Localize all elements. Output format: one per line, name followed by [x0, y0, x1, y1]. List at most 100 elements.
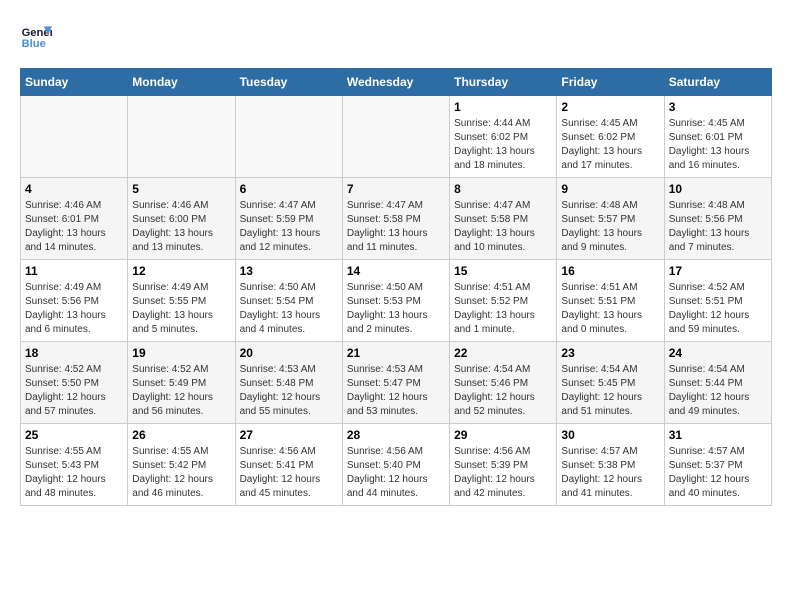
day-info: Sunrise: 4:50 AM Sunset: 5:53 PM Dayligh…: [347, 281, 445, 337]
day-header-saturday: Saturday: [664, 69, 771, 96]
day-info: Sunrise: 4:56 AM Sunset: 5:39 PM Dayligh…: [454, 445, 552, 501]
day-number: 28: [347, 428, 445, 442]
day-header-wednesday: Wednesday: [342, 69, 449, 96]
calendar-cell: 3 Sunrise: 4:45 AM Sunset: 6:01 PM Daylig…: [664, 96, 771, 178]
day-info: Sunrise: 4:44 AM Sunset: 6:02 PM Dayligh…: [454, 117, 552, 173]
day-header-thursday: Thursday: [450, 69, 557, 96]
day-info: Sunrise: 4:54 AM Sunset: 5:46 PM Dayligh…: [454, 363, 552, 419]
calendar-week-5: 25 Sunrise: 4:55 AM Sunset: 5:43 PM Dayli…: [21, 424, 772, 506]
calendar-week-2: 4 Sunrise: 4:46 AM Sunset: 6:01 PM Daylig…: [21, 178, 772, 260]
day-number: 14: [347, 264, 445, 278]
day-number: 23: [561, 346, 659, 360]
calendar-cell: 9 Sunrise: 4:48 AM Sunset: 5:57 PM Daylig…: [557, 178, 664, 260]
day-number: 17: [669, 264, 767, 278]
calendar-cell: 13 Sunrise: 4:50 AM Sunset: 5:54 PM Dayli…: [235, 260, 342, 342]
day-info: Sunrise: 4:45 AM Sunset: 6:02 PM Dayligh…: [561, 117, 659, 173]
calendar-cell: 2 Sunrise: 4:45 AM Sunset: 6:02 PM Daylig…: [557, 96, 664, 178]
day-number: 25: [25, 428, 123, 442]
day-info: Sunrise: 4:48 AM Sunset: 5:57 PM Dayligh…: [561, 199, 659, 255]
day-number: 21: [347, 346, 445, 360]
calendar-cell: 22 Sunrise: 4:54 AM Sunset: 5:46 PM Dayli…: [450, 342, 557, 424]
calendar-cell: 7Sunrise: 4:47 AM Sunset: 5:58 PM Daylig…: [342, 178, 449, 260]
calendar-cell: 25 Sunrise: 4:55 AM Sunset: 5:43 PM Dayli…: [21, 424, 128, 506]
calendar-cell: 31Sunrise: 4:57 AM Sunset: 5:37 PM Dayli…: [664, 424, 771, 506]
calendar-cell: 5 Sunrise: 4:46 AM Sunset: 6:00 PM Daylig…: [128, 178, 235, 260]
calendar-cell: 28 Sunrise: 4:56 AM Sunset: 5:40 PM Dayli…: [342, 424, 449, 506]
day-info: Sunrise: 4:46 AM Sunset: 6:00 PM Dayligh…: [132, 199, 230, 255]
day-header-tuesday: Tuesday: [235, 69, 342, 96]
day-info: Sunrise: 4:47 AM Sunset: 5:58 PM Dayligh…: [454, 199, 552, 255]
calendar-cell: 16 Sunrise: 4:51 AM Sunset: 5:51 PM Dayli…: [557, 260, 664, 342]
day-info: Sunrise: 4:46 AM Sunset: 6:01 PM Dayligh…: [25, 199, 123, 255]
day-number: 3: [669, 100, 767, 114]
calendar-cell: [235, 96, 342, 178]
logo: General Blue: [20, 20, 56, 52]
calendar-cell: 15 Sunrise: 4:51 AM Sunset: 5:52 PM Dayli…: [450, 260, 557, 342]
day-header-friday: Friday: [557, 69, 664, 96]
calendar-week-1: 1 Sunrise: 4:44 AM Sunset: 6:02 PM Daylig…: [21, 96, 772, 178]
day-info: Sunrise: 4:52 AM Sunset: 5:50 PM Dayligh…: [25, 363, 123, 419]
day-info: Sunrise: 4:57 AM Sunset: 5:37 PM Dayligh…: [669, 445, 767, 501]
calendar-cell: 14 Sunrise: 4:50 AM Sunset: 5:53 PM Dayli…: [342, 260, 449, 342]
calendar-cell: 30 Sunrise: 4:57 AM Sunset: 5:38 PM Dayli…: [557, 424, 664, 506]
day-info: Sunrise: 4:56 AM Sunset: 5:41 PM Dayligh…: [240, 445, 338, 501]
calendar-cell: 12 Sunrise: 4:49 AM Sunset: 5:55 PM Dayli…: [128, 260, 235, 342]
calendar-cell: 8 Sunrise: 4:47 AM Sunset: 5:58 PM Daylig…: [450, 178, 557, 260]
calendar-cell: 18Sunrise: 4:52 AM Sunset: 5:50 PM Dayli…: [21, 342, 128, 424]
day-number: 24: [669, 346, 767, 360]
calendar-cell: 10 Sunrise: 4:48 AM Sunset: 5:56 PM Dayli…: [664, 178, 771, 260]
calendar-cell: 21Sunrise: 4:53 AM Sunset: 5:47 PM Dayli…: [342, 342, 449, 424]
calendar-cell: 29Sunrise: 4:56 AM Sunset: 5:39 PM Dayli…: [450, 424, 557, 506]
day-info: Sunrise: 4:54 AM Sunset: 5:45 PM Dayligh…: [561, 363, 659, 419]
day-info: Sunrise: 4:52 AM Sunset: 5:49 PM Dayligh…: [132, 363, 230, 419]
day-number: 10: [669, 182, 767, 196]
calendar-week-3: 11 Sunrise: 4:49 AM Sunset: 5:56 PM Dayli…: [21, 260, 772, 342]
day-info: Sunrise: 4:51 AM Sunset: 5:52 PM Dayligh…: [454, 281, 552, 337]
calendar-cell: 23 Sunrise: 4:54 AM Sunset: 5:45 PM Dayli…: [557, 342, 664, 424]
calendar-cell: 27 Sunrise: 4:56 AM Sunset: 5:41 PM Dayli…: [235, 424, 342, 506]
day-number: 30: [561, 428, 659, 442]
day-number: 13: [240, 264, 338, 278]
day-number: 8: [454, 182, 552, 196]
day-info: Sunrise: 4:48 AM Sunset: 5:56 PM Dayligh…: [669, 199, 767, 255]
day-header-sunday: Sunday: [21, 69, 128, 96]
day-number: 15: [454, 264, 552, 278]
day-number: 4: [25, 182, 123, 196]
day-number: 1: [454, 100, 552, 114]
day-info: Sunrise: 4:53 AM Sunset: 5:48 PM Dayligh…: [240, 363, 338, 419]
calendar-cell: [342, 96, 449, 178]
day-info: Sunrise: 4:52 AM Sunset: 5:51 PM Dayligh…: [669, 281, 767, 337]
day-number: 2: [561, 100, 659, 114]
day-number: 16: [561, 264, 659, 278]
calendar-cell: 11 Sunrise: 4:49 AM Sunset: 5:56 PM Dayli…: [21, 260, 128, 342]
day-number: 5: [132, 182, 230, 196]
day-info: Sunrise: 4:51 AM Sunset: 5:51 PM Dayligh…: [561, 281, 659, 337]
calendar-cell: [128, 96, 235, 178]
day-number: 22: [454, 346, 552, 360]
day-info: Sunrise: 4:55 AM Sunset: 5:43 PM Dayligh…: [25, 445, 123, 501]
day-info: Sunrise: 4:45 AM Sunset: 6:01 PM Dayligh…: [669, 117, 767, 173]
day-info: Sunrise: 4:57 AM Sunset: 5:38 PM Dayligh…: [561, 445, 659, 501]
day-info: Sunrise: 4:55 AM Sunset: 5:42 PM Dayligh…: [132, 445, 230, 501]
calendar-cell: 4 Sunrise: 4:46 AM Sunset: 6:01 PM Daylig…: [21, 178, 128, 260]
day-number: 11: [25, 264, 123, 278]
day-number: 9: [561, 182, 659, 196]
day-info: Sunrise: 4:49 AM Sunset: 5:56 PM Dayligh…: [25, 281, 123, 337]
calendar-cell: 17 Sunrise: 4:52 AM Sunset: 5:51 PM Dayli…: [664, 260, 771, 342]
day-number: 27: [240, 428, 338, 442]
day-header-monday: Monday: [128, 69, 235, 96]
calendar-week-4: 18Sunrise: 4:52 AM Sunset: 5:50 PM Dayli…: [21, 342, 772, 424]
day-number: 12: [132, 264, 230, 278]
day-number: 20: [240, 346, 338, 360]
calendar-cell: 1 Sunrise: 4:44 AM Sunset: 6:02 PM Daylig…: [450, 96, 557, 178]
day-number: 6: [240, 182, 338, 196]
calendar-cell: 26Sunrise: 4:55 AM Sunset: 5:42 PM Dayli…: [128, 424, 235, 506]
calendar-table: SundayMondayTuesdayWednesdayThursdayFrid…: [20, 68, 772, 506]
day-info: Sunrise: 4:56 AM Sunset: 5:40 PM Dayligh…: [347, 445, 445, 501]
svg-text:Blue: Blue: [22, 38, 46, 50]
day-info: Sunrise: 4:50 AM Sunset: 5:54 PM Dayligh…: [240, 281, 338, 337]
day-info: Sunrise: 4:49 AM Sunset: 5:55 PM Dayligh…: [132, 281, 230, 337]
calendar-cell: 20 Sunrise: 4:53 AM Sunset: 5:48 PM Dayli…: [235, 342, 342, 424]
day-info: Sunrise: 4:47 AM Sunset: 5:59 PM Dayligh…: [240, 199, 338, 255]
day-info: Sunrise: 4:47 AM Sunset: 5:58 PM Dayligh…: [347, 199, 445, 255]
